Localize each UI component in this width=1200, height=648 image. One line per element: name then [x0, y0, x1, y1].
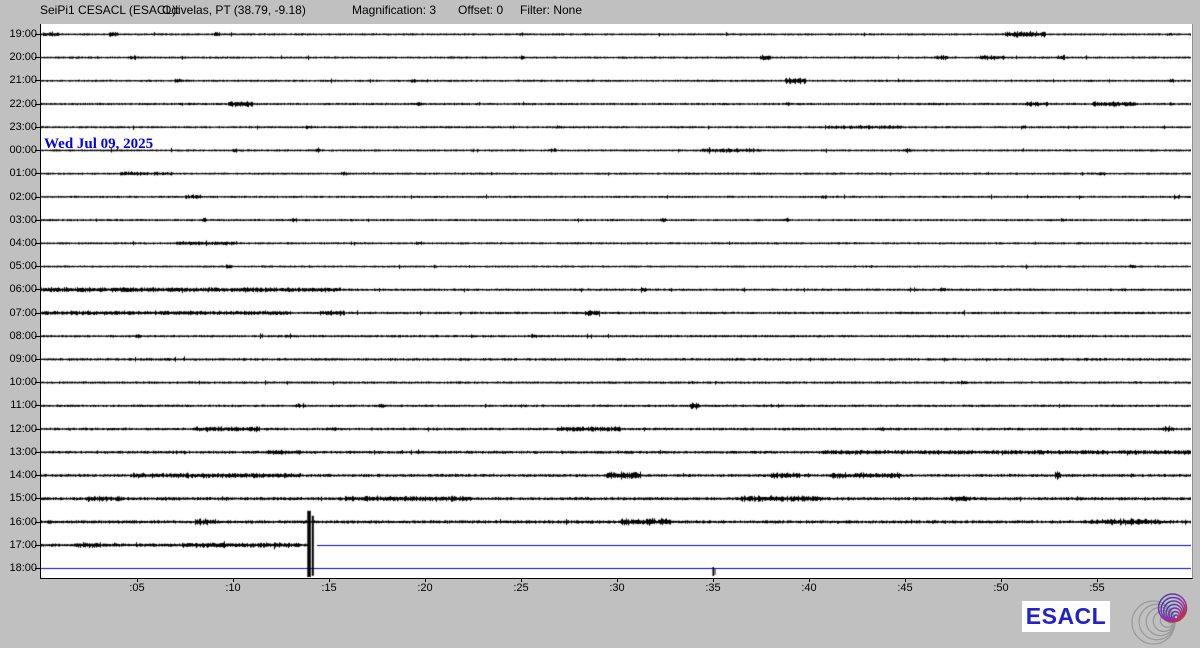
hour-label: 06:00 [1, 284, 37, 295]
hour-label: 08:00 [1, 331, 37, 342]
hour-label: 13:00 [1, 447, 37, 458]
minute-label: :10 [218, 583, 248, 594]
date-overlay: Wed Jul 09, 2025 [44, 136, 153, 153]
y-axis-tick [35, 150, 40, 151]
hour-label: 07:00 [1, 308, 37, 319]
y-axis-tick [35, 452, 40, 453]
hour-label: 16:00 [1, 517, 37, 528]
magnification-label: Magnification: 3 [352, 3, 436, 17]
minute-label: :30 [602, 583, 632, 594]
y-axis-tick [35, 104, 40, 105]
hour-label: 12:00 [1, 424, 37, 435]
y-axis-tick [35, 266, 40, 267]
minute-label: :55 [1082, 583, 1112, 594]
hour-label: 03:00 [1, 215, 37, 226]
y-axis-tick [35, 429, 40, 430]
y-axis-tick [35, 545, 40, 546]
hour-label: 17:00 [1, 540, 37, 551]
y-axis-tick [35, 313, 40, 314]
y-axis-tick [35, 127, 40, 128]
y-axis-tick [35, 382, 40, 383]
minute-label: :05 [122, 583, 152, 594]
y-axis-tick [35, 498, 40, 499]
minute-label: :45 [890, 583, 920, 594]
y-axis-tick [35, 57, 40, 58]
hour-label: 04:00 [1, 238, 37, 249]
helicorder-app: SeiPi1 CESACL (ESACL): Odivelas, PT (38.… [0, 0, 1200, 648]
hour-label: 01:00 [1, 168, 37, 179]
hour-label: 00:00 [1, 145, 37, 156]
hour-label: 09:00 [1, 354, 37, 365]
org-name: ESACL [1026, 603, 1106, 630]
y-axis-tick [35, 80, 40, 81]
esacl-spiral-logo-icon [1126, 591, 1200, 647]
minute-label: :50 [986, 583, 1016, 594]
station-location: Odivelas, PT (38.79, -9.18) [162, 3, 306, 17]
minute-label: :25 [506, 583, 536, 594]
y-axis-tick [35, 568, 40, 569]
y-axis-tick [35, 475, 40, 476]
minute-label: :15 [314, 583, 344, 594]
minute-label: :35 [698, 583, 728, 594]
hour-label: 19:00 [1, 29, 37, 40]
hour-label: 10:00 [1, 377, 37, 388]
hour-label: 14:00 [1, 470, 37, 481]
y-axis-tick [35, 173, 40, 174]
offset-label: Offset: 0 [458, 3, 503, 17]
y-axis-tick [35, 359, 40, 360]
filter-label: Filter: None [520, 3, 582, 17]
hour-label: 18:00 [1, 563, 37, 574]
y-axis-tick [35, 289, 40, 290]
hour-label: 11:00 [1, 400, 37, 411]
y-axis-tick [35, 243, 40, 244]
minute-label: :20 [410, 583, 440, 594]
y-axis-tick [35, 220, 40, 221]
station-id: SeiPi1 CESACL (ESACL): [40, 3, 180, 17]
esacl-logo-text: ESACL [1022, 601, 1110, 632]
hour-label: 02:00 [1, 192, 37, 203]
hour-label: 21:00 [1, 75, 37, 86]
helicorder-plot-area: Wed Jul 09, 2025 [40, 24, 1193, 579]
hour-label: 15:00 [1, 493, 37, 504]
hour-label: 20:00 [1, 52, 37, 63]
y-axis-tick [35, 197, 40, 198]
hour-label: 05:00 [1, 261, 37, 272]
hour-label: 22:00 [1, 99, 37, 110]
y-axis-tick [35, 34, 40, 35]
y-axis-tick [35, 522, 40, 523]
hour-label: 23:00 [1, 122, 37, 133]
minute-label: :40 [794, 583, 824, 594]
y-axis-tick [35, 405, 40, 406]
y-axis-tick [35, 336, 40, 337]
seismogram-trace-canvas [41, 24, 1191, 578]
